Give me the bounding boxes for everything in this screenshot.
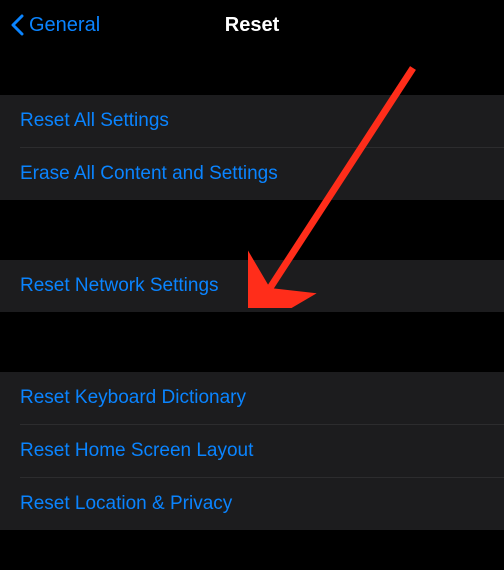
page-title: Reset xyxy=(225,14,279,37)
list-item-label: Reset Home Screen Layout xyxy=(20,440,253,461)
section-spacer xyxy=(0,200,504,260)
reset-network-settings[interactable]: Reset Network Settings xyxy=(0,260,504,312)
chevron-left-icon xyxy=(10,14,24,36)
list-item-label: Reset All Settings xyxy=(20,110,169,131)
reset-home-screen-layout[interactable]: Reset Home Screen Layout xyxy=(0,425,504,477)
reset-all-settings[interactable]: Reset All Settings xyxy=(0,95,504,147)
section-spacer xyxy=(0,50,504,95)
list-item-label: Reset Network Settings xyxy=(20,275,219,296)
reset-keyboard-dictionary[interactable]: Reset Keyboard Dictionary xyxy=(0,372,504,424)
reset-location-privacy[interactable]: Reset Location & Privacy xyxy=(0,478,504,530)
list-group: Reset Network Settings xyxy=(0,260,504,312)
section-spacer xyxy=(0,312,504,372)
list-item-label: Reset Location & Privacy xyxy=(20,493,232,514)
list-group: Reset All Settings Erase All Content and… xyxy=(0,95,504,200)
list-item-label: Erase All Content and Settings xyxy=(20,163,278,184)
back-label: General xyxy=(29,14,100,37)
back-button[interactable]: General xyxy=(10,14,100,37)
list-item-label: Reset Keyboard Dictionary xyxy=(20,387,246,408)
list-group: Reset Keyboard Dictionary Reset Home Scr… xyxy=(0,372,504,530)
nav-bar: General Reset xyxy=(0,0,504,50)
erase-all-content[interactable]: Erase All Content and Settings xyxy=(0,148,504,200)
